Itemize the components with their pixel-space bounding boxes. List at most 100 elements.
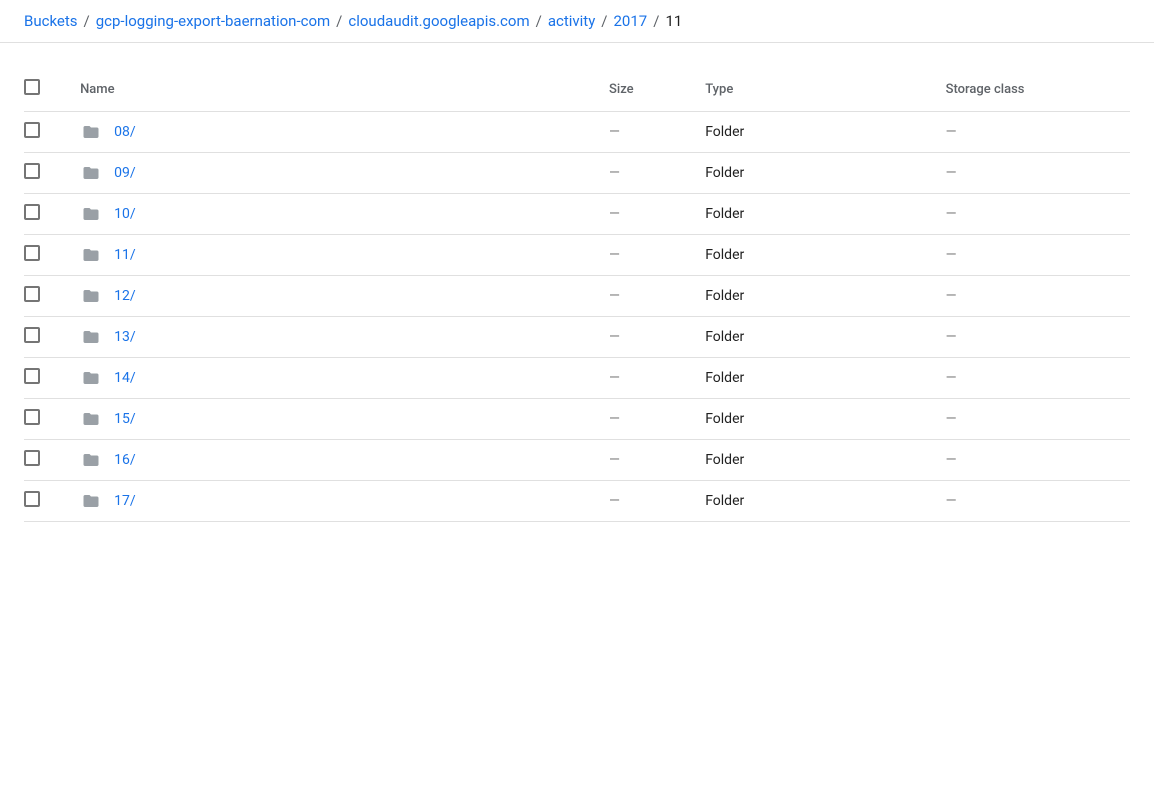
row-storage-class-cell-4: — [938,276,1130,317]
row-size-cell-3: — [601,235,697,276]
breadcrumb-separator-3: / [601,12,607,30]
row-size-cell-0: — [601,112,697,153]
row-checkbox-3[interactable] [24,245,40,261]
row-storage-class-cell-9: — [938,481,1130,522]
table-row: 09/ —Folder— [24,153,1130,194]
row-size-cell-5: — [601,317,697,358]
row-type-cell-2: Folder [697,194,937,235]
table-header-row: Name Size Type Storage class [24,67,1130,112]
folder-link-9[interactable]: 17/ [114,493,136,509]
row-size-cell-7: — [601,399,697,440]
row-checkbox-cell-1 [24,153,72,194]
row-checkbox-cell-5 [24,317,72,358]
row-checkbox-0[interactable] [24,122,40,138]
row-storage-class-cell-1: — [938,153,1130,194]
row-name-cell-6: 14/ [72,358,601,399]
breadcrumb: Buckets / gcp-logging-export-baernation-… [0,0,1154,43]
row-type-cell-5: Folder [697,317,937,358]
breadcrumb-link-bucket-name[interactable]: gcp-logging-export-baernation-com [96,12,330,30]
folder-link-2[interactable]: 10/ [114,206,136,222]
row-name-cell-0: 08/ [72,112,601,153]
row-checkbox-cell-0 [24,112,72,153]
row-size-cell-1: — [601,153,697,194]
select-all-checkbox[interactable] [24,79,40,95]
table-row: 16/ —Folder— [24,440,1130,481]
row-checkbox-cell-3 [24,235,72,276]
folder-link-8[interactable]: 16/ [114,452,136,468]
folder-link-0[interactable]: 08/ [114,124,136,140]
folder-link-5[interactable]: 13/ [114,329,136,345]
table-row: 11/ —Folder— [24,235,1130,276]
folder-icon [80,164,102,182]
row-storage-class-cell-6: — [938,358,1130,399]
breadcrumb-separator-0: / [84,12,90,30]
row-name-cell-5: 13/ [72,317,601,358]
row-checkbox-9[interactable] [24,491,40,507]
folder-icon [80,369,102,387]
table-row: 13/ —Folder— [24,317,1130,358]
folder-icon [80,492,102,510]
header-storage-class: Storage class [938,67,1130,112]
row-name-cell-9: 17/ [72,481,601,522]
breadcrumb-link-2017[interactable]: 2017 [614,12,648,30]
table-row: 08/—Folder— [24,112,1130,153]
row-size-cell-6: — [601,358,697,399]
row-checkbox-cell-4 [24,276,72,317]
breadcrumb-separator-1: / [336,12,342,30]
row-type-cell-1: Folder [697,153,937,194]
header-checkbox-cell [24,67,72,112]
row-name-cell-7: 15/ [72,399,601,440]
breadcrumb-link-activity[interactable]: activity [548,12,595,30]
row-storage-class-cell-3: — [938,235,1130,276]
row-type-cell-4: Folder [697,276,937,317]
row-checkbox-7[interactable] [24,409,40,425]
row-name-cell-4: 12/ [72,276,601,317]
table-row: 10/—Folder— [24,194,1130,235]
folder-link-7[interactable]: 15/ [114,411,136,427]
folder-link-6[interactable]: 14/ [114,370,136,386]
row-checkbox-cell-6 [24,358,72,399]
row-checkbox-1[interactable] [24,163,40,179]
folder-link-4[interactable]: 12/ [114,288,136,304]
header-size: Size [601,67,697,112]
table-row: 14/—Folder— [24,358,1130,399]
row-storage-class-cell-5: — [938,317,1130,358]
file-browser-table: Name Size Type Storage class 08/—Folder—… [24,67,1130,522]
row-checkbox-4[interactable] [24,286,40,302]
row-name-cell-1: 09/ [72,153,601,194]
folder-link-3[interactable]: 11/ [114,247,136,263]
row-checkbox-cell-7 [24,399,72,440]
row-storage-class-cell-8: — [938,440,1130,481]
folder-icon [80,123,102,141]
table-row: 17/ —Folder— [24,481,1130,522]
row-type-cell-3: Folder [697,235,937,276]
row-checkbox-6[interactable] [24,368,40,384]
row-checkbox-8[interactable] [24,450,40,466]
row-storage-class-cell-7: — [938,399,1130,440]
row-checkbox-2[interactable] [24,204,40,220]
folder-icon [80,410,102,428]
row-size-cell-2: — [601,194,697,235]
folder-link-1[interactable]: 09/ [114,165,136,181]
folder-icon [80,451,102,469]
breadcrumb-link-buckets[interactable]: Buckets [24,12,78,30]
table-row: 15/—Folder— [24,399,1130,440]
row-type-cell-9: Folder [697,481,937,522]
row-size-cell-8: — [601,440,697,481]
row-type-cell-8: Folder [697,440,937,481]
folder-icon [80,246,102,264]
header-type: Type [697,67,937,112]
table-row: 12/ —Folder— [24,276,1130,317]
breadcrumb-link-cloudaudit[interactable]: cloudaudit.googleapis.com [348,12,529,30]
file-browser-table-container: Name Size Type Storage class 08/—Folder—… [0,43,1154,522]
breadcrumb-current: 11 [665,12,682,30]
row-size-cell-4: — [601,276,697,317]
row-size-cell-9: — [601,481,697,522]
header-name: Name [72,67,601,112]
row-checkbox-5[interactable] [24,327,40,343]
row-checkbox-cell-2 [24,194,72,235]
folder-icon [80,328,102,346]
folder-icon [80,205,102,223]
row-name-cell-3: 11/ [72,235,601,276]
row-type-cell-0: Folder [697,112,937,153]
